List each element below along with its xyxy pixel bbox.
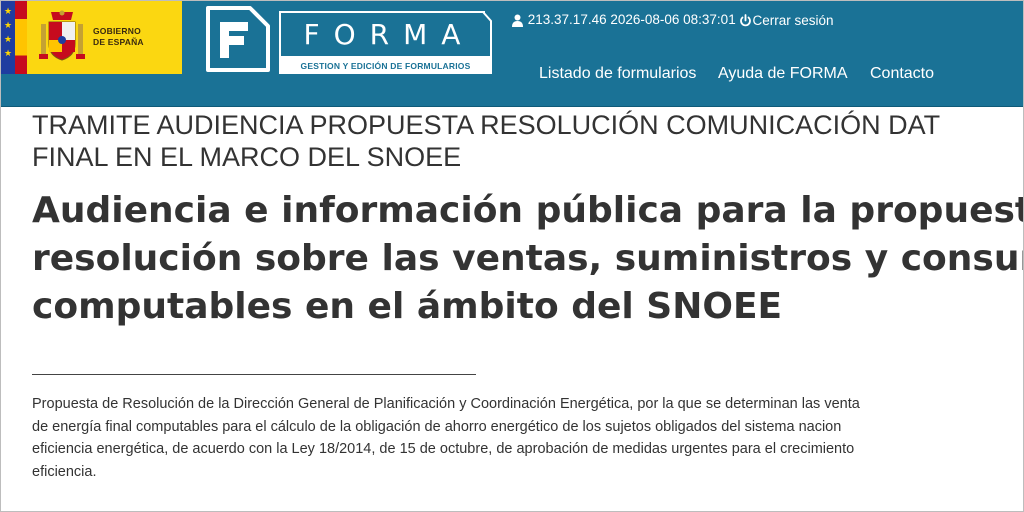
eu-flag-icon: ★ ★ ★ ★ [1, 1, 15, 74]
logout-label: Cerrar sesión [752, 12, 834, 28]
title-line: computables en el ámbito del SNOEE [32, 286, 783, 327]
forma-logo-word: FORMA [279, 11, 485, 58]
tramite-line: FINAL EN EL MARCO DEL SNOEE [32, 142, 462, 172]
user-info: 213.37.17.46 2026-08-06 08:37:01 [527, 12, 736, 28]
description-line: de energía final computables para el cál… [32, 418, 842, 435]
gov-label-line2: DE ESPAÑA [93, 37, 144, 47]
coat-of-arms-icon [39, 10, 85, 61]
divider [32, 374, 476, 375]
tramite-line: TRAMITE AUDIENCIA PROPUESTA RESOLUCIÓN C… [32, 110, 941, 140]
gobierno-de-espana-logo[interactable]: ★ ★ ★ ★ GOBIERNO DE ESPAÑA [1, 1, 182, 74]
forma-logo[interactable]: FORMA GESTION Y EDICIÓN DE FORMULARIOS [279, 11, 492, 74]
page-title: Audiencia e información pública para la … [32, 187, 1024, 331]
logo-corner [477, 11, 492, 58]
gov-label-line1: GOBIERNO [93, 26, 141, 36]
nav-contacto[interactable]: Contacto [870, 65, 934, 82]
forma-logo-icon[interactable] [204, 4, 272, 74]
site-header: ★ ★ ★ ★ GOBIERNO DE ESPAÑA FORMA GESTION… [1, 1, 1023, 107]
gov-label: GOBIERNO DE ESPAÑA [93, 26, 179, 48]
description-line: Propuesta de Resolución de la Dirección … [32, 396, 860, 412]
logout-link[interactable]: Cerrar sesión [739, 11, 834, 29]
user-icon [512, 14, 523, 27]
title-line: resolución sobre las ventas, suministros… [32, 238, 1024, 279]
power-icon [740, 14, 752, 27]
tramite-heading: TRAMITE AUDIENCIA PROPUESTA RESOLUCIÓN C… [32, 109, 1023, 173]
main-content: TRAMITE AUDIENCIA PROPUESTA RESOLUCIÓN C… [32, 109, 1024, 331]
page-frame: ★ ★ ★ ★ GOBIERNO DE ESPAÑA FORMA GESTION… [0, 0, 1024, 512]
title-line: Audiencia e información pública para la … [32, 190, 1024, 231]
forma-logo-subtitle: GESTION Y EDICIÓN DE FORMULARIOS [279, 58, 492, 74]
nav-listado-formularios[interactable]: Listado de formularios [539, 65, 696, 82]
description-line: eficiencia. [32, 463, 97, 480]
description-line: eficiencia energética, de acuerdo con la… [32, 441, 855, 457]
description: Propuesta de Resolución de la Dirección … [32, 393, 1023, 483]
main-nav: Listado de formularios Ayuda de FORMA Co… [539, 65, 934, 87]
spain-flag-icon [15, 1, 27, 74]
nav-ayuda-forma[interactable]: Ayuda de FORMA [718, 65, 848, 82]
user-session-bar: 213.37.17.46 2026-08-06 08:37:01 Cerrar … [511, 11, 834, 29]
